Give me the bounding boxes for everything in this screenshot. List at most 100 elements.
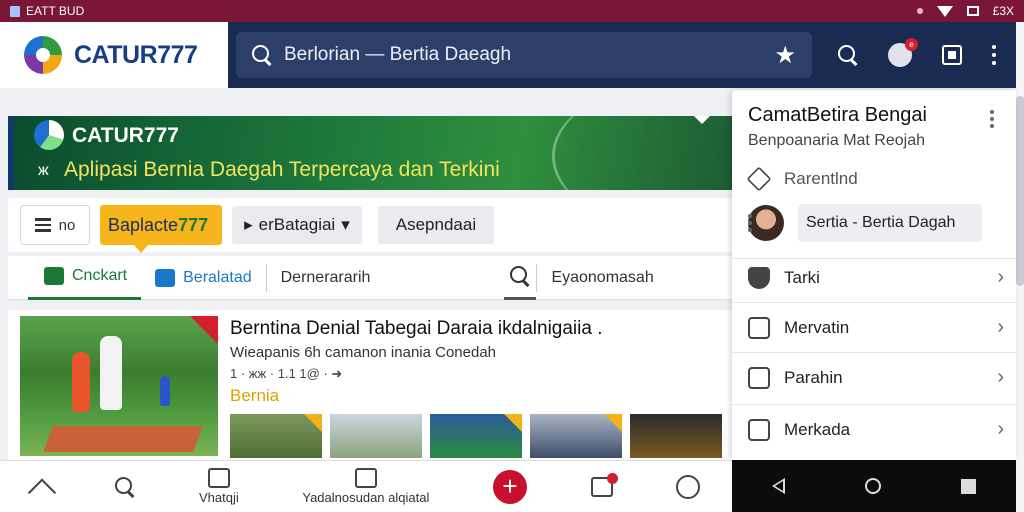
panel-subtitle: Benpoanaria Mat Reojah bbox=[748, 132, 926, 149]
article-subtitle: Wieapanis 6h camanon inania Conedah bbox=[230, 344, 497, 361]
news-article-card[interactable]: Berntina Denial Tabegai Daraia ikdalniga… bbox=[8, 310, 732, 460]
article-thumbnail[interactable] bbox=[20, 316, 218, 456]
download-icon[interactable] bbox=[942, 45, 962, 65]
panel-item-mervatin[interactable]: Mervatin › bbox=[748, 316, 1004, 339]
panel-recent-label: Rarentlnd bbox=[784, 169, 858, 188]
article-meta: 1 · жж · 1.1 1@ · ➜ bbox=[230, 366, 343, 381]
tab-eyaonomasah[interactable]: Eyaonomasah bbox=[537, 256, 667, 300]
tab-label: Cnckart bbox=[72, 267, 128, 284]
nav-schedule-label: Yadalnosudan alqiatal bbox=[302, 490, 430, 505]
menu-button[interactable]: no bbox=[20, 205, 90, 245]
panel-profile-row[interactable]: Sertia - Bertia Dagah bbox=[748, 204, 1004, 242]
nav-schedule[interactable]: Yadalnosudan alqiatal bbox=[302, 468, 429, 505]
panel-item-merkada[interactable]: Merkada › bbox=[748, 418, 1004, 441]
system-navigation-bar bbox=[732, 460, 1016, 512]
tab-label: Dernerararih bbox=[280, 268, 371, 286]
category-select[interactable]: ▸ erBatagiai ▾ bbox=[232, 206, 362, 244]
hamburger-icon bbox=[34, 218, 51, 232]
panel-more-icon[interactable] bbox=[990, 110, 994, 128]
brand-logo-area[interactable]: CATUR777 bbox=[0, 22, 228, 88]
nav-search[interactable] bbox=[115, 476, 135, 497]
panel-item-label: Merkada bbox=[784, 419, 851, 439]
info-icon bbox=[748, 418, 770, 441]
filter-button[interactable]: Asepndaai bbox=[377, 206, 495, 244]
side-menu-panel: CamatBetira Bengai Benpoanaria Mat Reoja… bbox=[732, 90, 1016, 460]
tab-beralatad[interactable]: Beralatad bbox=[141, 256, 266, 300]
add-button[interactable]: + bbox=[492, 469, 527, 504]
tab-cnckart[interactable]: Cnckart bbox=[28, 256, 142, 300]
brand-logo-icon bbox=[24, 36, 62, 74]
banner-brand-name: CATUR777 bbox=[72, 124, 179, 147]
scrollbar-thumb[interactable] bbox=[1016, 96, 1024, 286]
app-notification-icon bbox=[10, 5, 20, 17]
category-button[interactable]: Baplacte 777 bbox=[100, 205, 223, 253]
banner-decoration bbox=[552, 116, 732, 190]
chevron-right-icon: › bbox=[997, 266, 1004, 288]
profile-chip[interactable]: Sertia - Bertia Dagah bbox=[798, 204, 982, 242]
related-thumbnail[interactable] bbox=[430, 414, 522, 458]
pitch-marking bbox=[43, 426, 203, 452]
panel-recent[interactable]: Rarentlnd bbox=[746, 166, 1004, 192]
recents-icon[interactable] bbox=[961, 478, 977, 494]
panel-divider bbox=[732, 302, 1016, 303]
article-title[interactable]: Berntina Denial Tabegai Daraia ikdalniga… bbox=[230, 318, 603, 340]
thumbnail-corner-tag bbox=[304, 414, 322, 432]
panel-divider bbox=[732, 404, 1016, 405]
related-thumbnail[interactable] bbox=[630, 414, 722, 458]
chevron-right-icon: › bbox=[997, 366, 1004, 388]
related-thumbnail[interactable] bbox=[530, 414, 622, 458]
thumbnail-corner-tag bbox=[504, 414, 522, 432]
player-figure bbox=[160, 376, 170, 406]
star-icon[interactable]: ★ bbox=[774, 41, 796, 70]
panel-divider bbox=[732, 352, 1016, 353]
document-icon bbox=[748, 366, 770, 389]
banner-tagline: Aplipasi Bernia Daegah Terpercaya dan Te… bbox=[64, 158, 500, 181]
avatar bbox=[748, 205, 784, 241]
panel-item-label: Tarki bbox=[784, 267, 820, 287]
article-category[interactable]: Bernia bbox=[230, 386, 279, 406]
nav-add[interactable]: + bbox=[492, 469, 527, 504]
tab-bar: Cnckart Beralatad Dernerararih Eyaonomas… bbox=[8, 256, 732, 300]
category-button-number: 777 bbox=[178, 214, 209, 235]
home-circle-icon[interactable] bbox=[865, 478, 882, 494]
brand-name: CATUR777 bbox=[74, 40, 198, 69]
home-icon bbox=[27, 478, 56, 507]
search-bar[interactable]: Berlorian — Bertia Daeagh ★ bbox=[236, 32, 812, 78]
back-icon[interactable] bbox=[771, 478, 786, 494]
menu-button-label: no bbox=[58, 216, 76, 234]
nav-sport[interactable] bbox=[676, 474, 701, 499]
player-figure bbox=[72, 352, 90, 412]
status-bar: EATT BUD £3X bbox=[0, 0, 1024, 22]
tab-dernerararih[interactable]: Dernerararih bbox=[267, 256, 385, 300]
search-input[interactable]: Berlorian — Bertia Daeagh bbox=[284, 44, 762, 66]
search-icon[interactable] bbox=[838, 45, 858, 65]
tab-search-button[interactable] bbox=[504, 256, 537, 300]
related-thumbnails bbox=[230, 414, 722, 458]
nav-news[interactable]: Vhatqji bbox=[199, 468, 239, 505]
banner-logo-icon bbox=[34, 120, 64, 150]
search-icon bbox=[115, 476, 135, 497]
profile-avatar-button[interactable]: e bbox=[888, 38, 918, 67]
ball-icon bbox=[676, 474, 701, 499]
select-label: erBatagiai bbox=[258, 215, 336, 234]
nav-home[interactable] bbox=[27, 477, 56, 507]
panel-item-tarki[interactable]: Tarki › bbox=[748, 266, 1004, 289]
tab-label: Eyaonomasah bbox=[551, 268, 654, 286]
nav-notifications[interactable] bbox=[590, 472, 618, 497]
grid-icon bbox=[155, 268, 176, 287]
app-bar: CATUR777 Berlorian — Bertia Daeagh ★ e bbox=[0, 22, 1024, 88]
hero-banner[interactable]: CATUR777 ж Aplipasi Bernia Daegah Terper… bbox=[8, 116, 732, 190]
notification-dot-icon bbox=[916, 8, 923, 14]
status-right-text: £3X bbox=[992, 4, 1014, 18]
profile-more-icon[interactable] bbox=[748, 214, 752, 232]
more-options-icon[interactable] bbox=[992, 45, 996, 65]
thumbnail-corner-tag bbox=[604, 414, 622, 432]
panel-item-parahin[interactable]: Parahin › bbox=[748, 366, 1004, 389]
banner-mark-icon: ж bbox=[38, 162, 49, 179]
select-caret-icon: ▸ bbox=[244, 215, 253, 234]
calendar-icon bbox=[354, 468, 377, 488]
chevron-right-icon: › bbox=[997, 418, 1004, 440]
bottom-navigation: Vhatqji Yadalnosudan alqiatal + bbox=[0, 460, 732, 512]
related-thumbnail[interactable] bbox=[330, 414, 422, 458]
related-thumbnail[interactable] bbox=[230, 414, 322, 458]
